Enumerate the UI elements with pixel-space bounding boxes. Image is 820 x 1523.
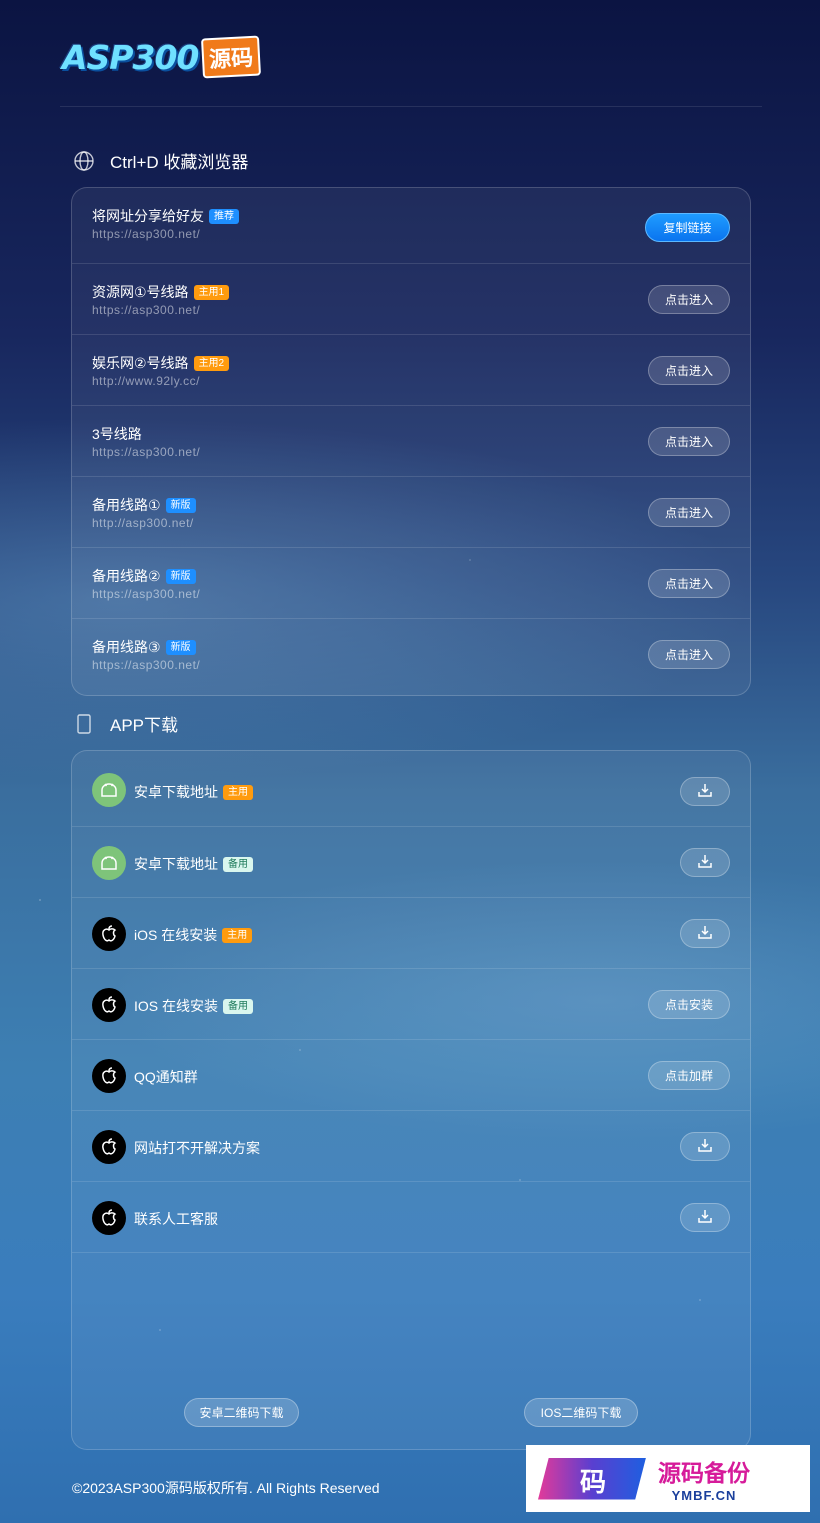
recommend-badge: 推荐 bbox=[209, 208, 239, 224]
primary-badge: 主用2 bbox=[193, 355, 230, 371]
download-button[interactable] bbox=[680, 1132, 730, 1161]
link-url: https://asp300.net/ bbox=[92, 445, 201, 459]
android-qr-button[interactable]: 安卓二维码下载 bbox=[184, 1398, 299, 1427]
section-app-label: APP下载 bbox=[110, 716, 179, 735]
new-badge: 新版 bbox=[165, 639, 196, 655]
app-row: 安卓下载地址 备用 bbox=[72, 827, 750, 898]
download-button[interactable] bbox=[680, 1203, 730, 1232]
enter-button[interactable]: 点击进入 bbox=[648, 356, 730, 385]
enter-button[interactable]: 点击进入 bbox=[648, 498, 730, 527]
android-icon bbox=[92, 846, 126, 880]
download-icon bbox=[698, 1138, 712, 1155]
app-title: 安卓下载地址 bbox=[134, 856, 218, 872]
apps-card: 安卓下载地址 主用 安卓下载地址 备用 iOS 在线安装 主用 IOS 在线安装 备用 … bbox=[71, 750, 751, 1450]
header-divider bbox=[60, 106, 762, 107]
primary-badge: 主用1 bbox=[193, 284, 230, 300]
link-title: 资源网①号线路 bbox=[92, 284, 189, 300]
link-title: 备用线路① bbox=[92, 497, 161, 513]
link-row: 备用线路① 新版 http://asp300.net/ 点击进入 bbox=[72, 477, 750, 548]
link-title: 3号线路 bbox=[92, 426, 142, 442]
phone-icon bbox=[72, 712, 96, 736]
link-row: 娱乐网②号线路 主用2 http://www.92ly.cc/ 点击进入 bbox=[72, 335, 750, 406]
app-title: 网站打不开解决方案 bbox=[134, 1140, 260, 1156]
app-title: iOS 在线安装 bbox=[134, 927, 218, 943]
footer-copyright: ©2023ASP300源码版权所有. All Rights Reserved bbox=[72, 1480, 380, 1496]
apple-icon bbox=[92, 1201, 126, 1235]
link-url: https://asp300.net/ bbox=[92, 587, 201, 601]
globe-icon bbox=[72, 149, 96, 173]
app-row: iOS 在线安装 主用 bbox=[72, 898, 750, 969]
link-row: 备用线路② 新版 https://asp300.net/ 点击进入 bbox=[72, 548, 750, 619]
logo-tag: 源码 bbox=[201, 35, 262, 79]
download-icon bbox=[698, 783, 712, 800]
download-icon bbox=[698, 925, 712, 942]
link-row: 资源网①号线路 主用1 https://asp300.net/ 点击进入 bbox=[72, 264, 750, 335]
primary-badge: 主用 bbox=[223, 784, 253, 800]
apple-icon bbox=[92, 988, 126, 1022]
enter-button[interactable]: 点击进入 bbox=[648, 569, 730, 598]
ios-qr-button[interactable]: IOS二维码下载 bbox=[524, 1398, 638, 1427]
link-row: 3号线路 https://asp300.net/ 点击进入 bbox=[72, 406, 750, 477]
copy-link-button[interactable]: 复制链接 bbox=[645, 213, 730, 242]
watermark-mark: 码 bbox=[538, 1454, 648, 1504]
download-icon bbox=[698, 854, 712, 871]
backup-badge: 备用 bbox=[223, 856, 253, 872]
link-url: https://asp300.net/ bbox=[92, 227, 201, 241]
enter-button[interactable]: 点击进入 bbox=[648, 640, 730, 669]
download-button[interactable] bbox=[680, 777, 730, 806]
new-badge: 新版 bbox=[165, 497, 196, 513]
join-group-button[interactable]: 点击加群 bbox=[648, 1061, 730, 1090]
backup-badge: 备用 bbox=[223, 998, 254, 1014]
primary-badge: 主用 bbox=[222, 927, 253, 943]
app-row: QQ通知群 点击加群 bbox=[72, 1040, 750, 1111]
section-app-title: APP下载 bbox=[72, 711, 178, 736]
apple-icon bbox=[92, 1130, 126, 1164]
section-bookmark-title: Ctrl+D 收藏浏览器 bbox=[72, 148, 248, 173]
logo-text: ASP300 bbox=[62, 37, 199, 77]
app-row: 联系人工客服 bbox=[72, 1182, 750, 1253]
app-title: 安卓下载地址 bbox=[134, 784, 218, 800]
download-button[interactable] bbox=[680, 919, 730, 948]
android-icon bbox=[92, 773, 126, 807]
link-url: http://www.92ly.cc/ bbox=[92, 374, 200, 388]
install-button[interactable]: 点击安装 bbox=[648, 990, 730, 1019]
new-badge: 新版 bbox=[165, 568, 196, 584]
link-url: https://asp300.net/ bbox=[92, 303, 201, 317]
link-row: 备用线路③ 新版 https://asp300.net/ 点击进入 bbox=[72, 619, 750, 690]
link-title: 将网址分享给好友 bbox=[92, 208, 204, 224]
apple-icon bbox=[92, 917, 126, 951]
download-icon bbox=[698, 1209, 712, 1226]
download-button[interactable] bbox=[680, 848, 730, 877]
app-row: 网站打不开解决方案 bbox=[72, 1111, 750, 1182]
app-title: QQ通知群 bbox=[134, 1069, 198, 1085]
link-url: http://asp300.net/ bbox=[92, 516, 194, 530]
link-title: 备用线路② bbox=[92, 568, 161, 584]
enter-button[interactable]: 点击进入 bbox=[648, 285, 730, 314]
watermark-logo: 码 源码备份 YMBF.CN bbox=[526, 1445, 810, 1512]
enter-button[interactable]: 点击进入 bbox=[648, 427, 730, 456]
section-bookmark-label: Ctrl+D 收藏浏览器 bbox=[110, 153, 249, 172]
site-logo[interactable]: ASP300 源码 bbox=[62, 35, 262, 79]
app-row: 安卓下载地址 主用 bbox=[72, 751, 750, 827]
watermark-cn: 源码备份 bbox=[658, 1460, 750, 1487]
links-card: 将网址分享给好友 推荐 https://asp300.net/ 复制链接 资源网①… bbox=[71, 187, 751, 696]
link-title: 娱乐网②号线路 bbox=[92, 355, 189, 371]
app-row: IOS 在线安装 备用 点击安装 bbox=[72, 969, 750, 1040]
app-title: 联系人工客服 bbox=[134, 1211, 218, 1227]
apple-icon bbox=[92, 1059, 126, 1093]
app-title: IOS 在线安装 bbox=[134, 998, 219, 1014]
watermark-en: YMBF.CN bbox=[671, 1488, 737, 1503]
link-url: https://asp300.net/ bbox=[92, 658, 201, 672]
link-row: 将网址分享给好友 推荐 https://asp300.net/ 复制链接 bbox=[72, 188, 750, 264]
link-title: 备用线路③ bbox=[92, 639, 161, 655]
